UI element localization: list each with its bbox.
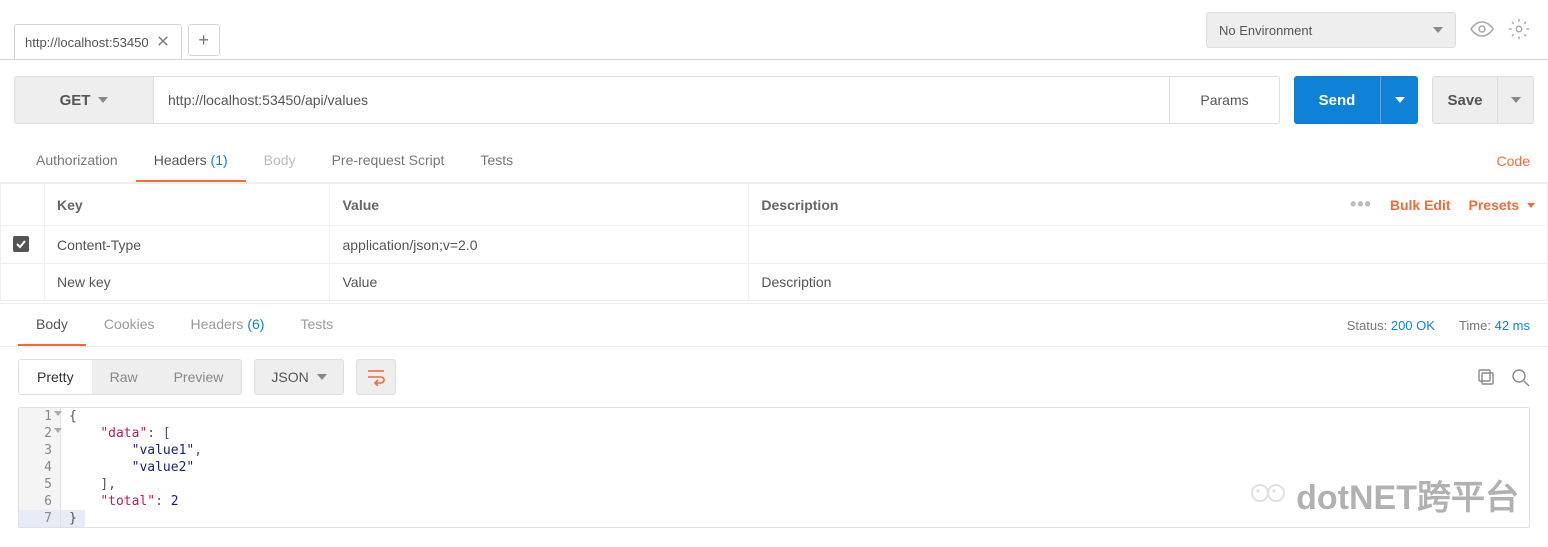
chevron-down-icon bbox=[98, 97, 108, 103]
chevron-down-icon bbox=[1395, 97, 1405, 103]
tab-authorization[interactable]: Authorization bbox=[18, 140, 136, 182]
json-viewer[interactable]: dotNET跨平台 1{2 "data": [3 "value1",4 "val… bbox=[18, 407, 1530, 528]
tab-headers-label: Headers bbox=[154, 152, 207, 168]
new-key-input[interactable]: New key bbox=[45, 264, 330, 301]
json-line: 1{ bbox=[19, 408, 1529, 425]
status-block: Status: 200 OK bbox=[1347, 318, 1435, 333]
col-description: Description ••• Bulk Edit Presets bbox=[749, 184, 1548, 226]
send-dropdown[interactable] bbox=[1380, 76, 1418, 124]
status-label: Status: bbox=[1347, 318, 1387, 333]
gear-icon[interactable] bbox=[1508, 18, 1530, 43]
time-block: Time: 42 ms bbox=[1459, 318, 1530, 333]
content-type-select[interactable]: JSON bbox=[254, 359, 343, 395]
bulk-edit-link[interactable]: Bulk Edit bbox=[1390, 197, 1451, 213]
chevron-down-icon bbox=[1511, 97, 1521, 103]
resp-tab-headers-count: (6) bbox=[247, 316, 264, 332]
content-type-label: JSON bbox=[271, 369, 308, 385]
code-link[interactable]: Code bbox=[1497, 153, 1530, 169]
table-row-empty[interactable]: New key Value Description bbox=[1, 264, 1548, 301]
plus-icon: + bbox=[198, 31, 209, 49]
close-icon[interactable] bbox=[157, 35, 171, 49]
header-value-cell[interactable]: application/json;v=2.0 bbox=[330, 226, 749, 264]
tab-prerequest[interactable]: Pre-request Script bbox=[314, 140, 463, 182]
wrap-button[interactable] bbox=[356, 359, 396, 395]
table-row[interactable]: Content-Type application/json;v=2.0 bbox=[1, 226, 1548, 264]
environment-label: No Environment bbox=[1219, 23, 1312, 38]
tab-headers-count: (1) bbox=[211, 152, 228, 168]
row-checkbox[interactable] bbox=[13, 236, 29, 252]
resp-tab-headers[interactable]: Headers (6) bbox=[173, 304, 283, 346]
resp-tab-tests[interactable]: Tests bbox=[282, 304, 351, 346]
params-button[interactable]: Params bbox=[1170, 76, 1280, 124]
json-line: 4 "value2" bbox=[19, 459, 1529, 476]
fmt-preview[interactable]: Preview bbox=[156, 360, 242, 394]
caret-down-icon bbox=[1527, 203, 1535, 208]
tab-body[interactable]: Body bbox=[246, 140, 314, 182]
fold-icon[interactable] bbox=[54, 411, 62, 416]
header-desc-cell[interactable] bbox=[749, 226, 1548, 264]
tab-headers[interactable]: Headers (1) bbox=[136, 140, 246, 182]
url-input[interactable] bbox=[154, 76, 1170, 124]
col-description-label: Description bbox=[761, 197, 838, 213]
save-button[interactable]: Save bbox=[1432, 76, 1498, 124]
headers-table: Key Value Description ••• Bulk Edit Pres… bbox=[0, 183, 1548, 301]
time-value: 42 ms bbox=[1495, 318, 1530, 333]
fold-icon[interactable] bbox=[54, 428, 62, 433]
format-group: Pretty Raw Preview bbox=[18, 359, 242, 395]
col-value: Value bbox=[330, 184, 749, 226]
search-icon[interactable] bbox=[1510, 367, 1530, 387]
environment-select[interactable]: No Environment bbox=[1206, 12, 1456, 48]
eye-icon[interactable] bbox=[1470, 17, 1494, 44]
col-key: Key bbox=[45, 184, 330, 226]
method-select[interactable]: GET bbox=[14, 76, 154, 124]
tab-tests[interactable]: Tests bbox=[462, 140, 531, 182]
json-line: 2 "data": [ bbox=[19, 425, 1529, 442]
time-label: Time: bbox=[1459, 318, 1491, 333]
copy-icon[interactable] bbox=[1476, 367, 1496, 387]
chevron-down-icon bbox=[1433, 27, 1443, 33]
resp-tab-cookies[interactable]: Cookies bbox=[86, 304, 173, 346]
more-icon[interactable]: ••• bbox=[1350, 194, 1372, 215]
resp-tab-body[interactable]: Body bbox=[18, 304, 86, 346]
new-desc-input[interactable]: Description bbox=[749, 264, 1548, 301]
method-label: GET bbox=[60, 92, 91, 109]
resp-tab-headers-label: Headers bbox=[191, 316, 244, 332]
json-line: 6 "total": 2 bbox=[19, 493, 1529, 510]
new-value-input[interactable]: Value bbox=[330, 264, 749, 301]
header-key-cell[interactable]: Content-Type bbox=[45, 226, 330, 264]
chevron-down-icon bbox=[317, 374, 327, 380]
json-line: 3 "value1", bbox=[19, 442, 1529, 459]
fmt-pretty[interactable]: Pretty bbox=[19, 360, 92, 394]
request-tab[interactable]: http://localhost:53450 bbox=[14, 24, 182, 59]
save-dropdown[interactable] bbox=[1498, 76, 1534, 124]
presets-dropdown[interactable]: Presets bbox=[1469, 197, 1535, 213]
json-line: 7} bbox=[19, 510, 1529, 527]
send-button[interactable]: Send bbox=[1294, 76, 1380, 124]
json-line: 5 ], bbox=[19, 476, 1529, 493]
request-tab-title: http://localhost:53450 bbox=[25, 35, 149, 50]
new-tab-button[interactable]: + bbox=[188, 24, 220, 56]
col-checkbox bbox=[1, 184, 45, 226]
fmt-raw[interactable]: Raw bbox=[92, 360, 156, 394]
wrap-icon bbox=[366, 368, 386, 386]
status-value: 200 OK bbox=[1391, 318, 1435, 333]
